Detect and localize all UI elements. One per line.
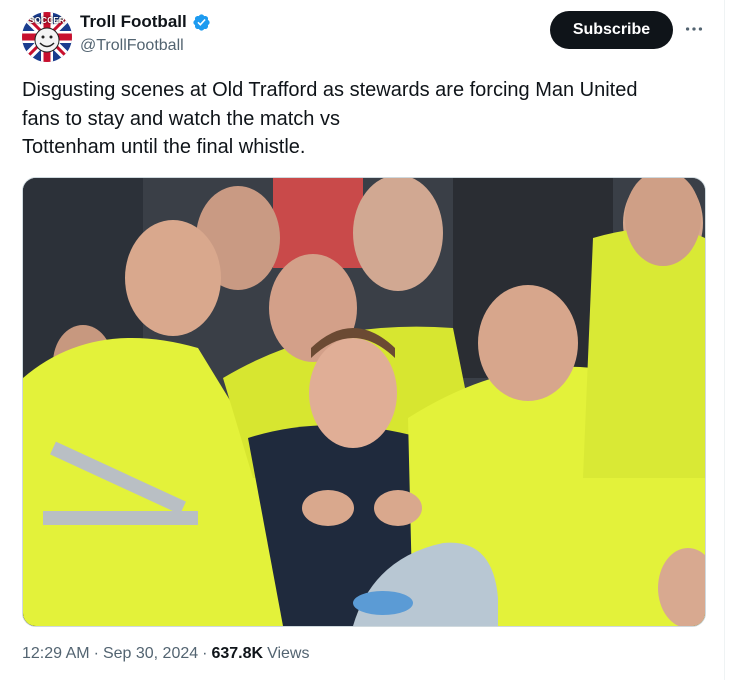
avatar-logo-text: SOCCER — [28, 16, 66, 25]
tweet-text-line: Tottenham until the final whistle. — [22, 136, 306, 158]
tweet-meta: 12:29 AM · Sep 30, 2024 · 637.8K Views — [22, 645, 309, 663]
tweet-text: Disgusting scenes at Old Trafford as ste… — [22, 76, 712, 162]
tweet-card: SOCCER Troll Football @TrollFootball Sub… — [0, 0, 750, 680]
divider — [724, 0, 725, 680]
display-name[interactable]: Troll Football — [80, 12, 187, 32]
handle[interactable]: @TrollFootball — [80, 37, 184, 55]
name-row: Troll Football — [80, 12, 211, 32]
more-icon[interactable] — [683, 18, 705, 40]
subscribe-button[interactable]: Subscribe — [550, 11, 673, 49]
tweet-photo[interactable] — [22, 177, 706, 627]
avatar[interactable]: SOCCER — [22, 12, 72, 62]
stewards-crowd-photo — [23, 178, 705, 626]
views-label: Views — [267, 645, 310, 662]
tweet-time[interactable]: 12:29 AM — [22, 645, 90, 663]
tweet-date[interactable]: Sep 30, 2024 — [103, 645, 198, 663]
views-count: 637.8K — [211, 645, 264, 662]
tweet-text-line: fans to stay and watch the match vs — [22, 107, 340, 130]
meta-separator: · — [93, 645, 99, 662]
verified-badge-icon — [193, 13, 210, 31]
tweet-text-line: Disgusting scenes at Old Trafford as ste… — [22, 79, 638, 101]
meta-separator: · — [202, 645, 208, 662]
